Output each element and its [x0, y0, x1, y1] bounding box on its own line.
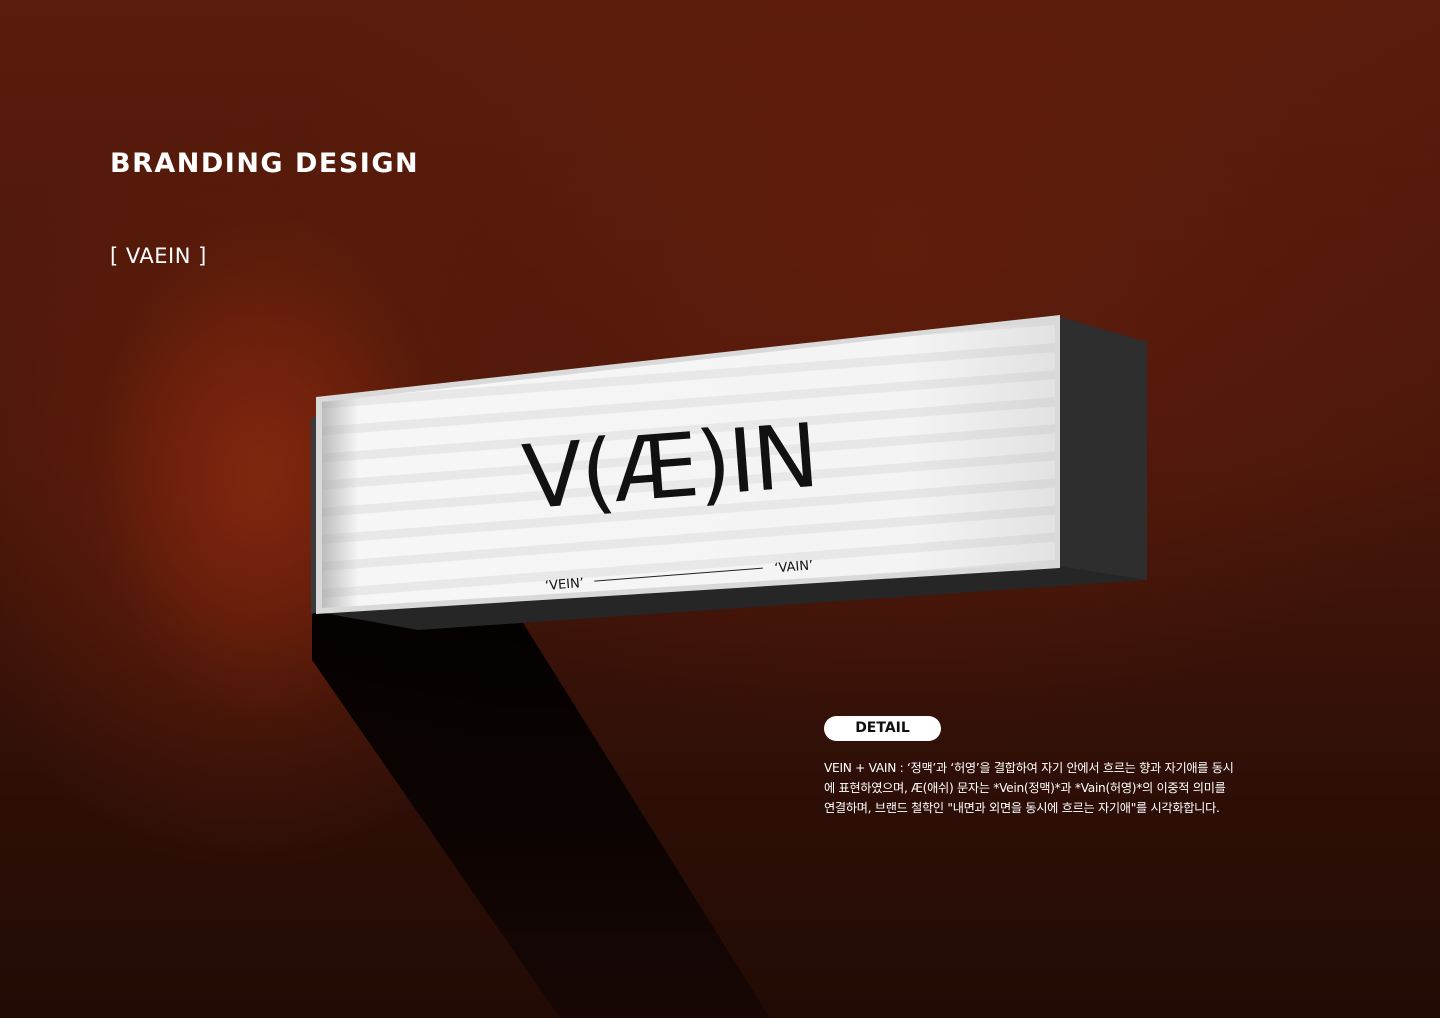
sign-right-label: ‘VAIN’: [774, 558, 814, 576]
page-title: BRANDING DESIGN: [110, 148, 420, 179]
sign-left-label: ‘VEIN’: [545, 576, 585, 594]
branding-scene: V(Æ)IN ‘VEIN’ ‘VAIN’ BRANDING DESIGN [ V…: [0, 0, 1440, 1018]
sign-right-side: [1057, 316, 1147, 580]
brand-name-label: [ VAEIN ]: [110, 244, 207, 268]
detail-badge: DETAIL: [824, 716, 941, 741]
sign-shadow: [312, 612, 770, 1018]
detail-description: VEIN + VAIN : ‘정맥’과 ‘허영’을 결합하여 자기 안에서 흐르…: [824, 761, 1234, 815]
